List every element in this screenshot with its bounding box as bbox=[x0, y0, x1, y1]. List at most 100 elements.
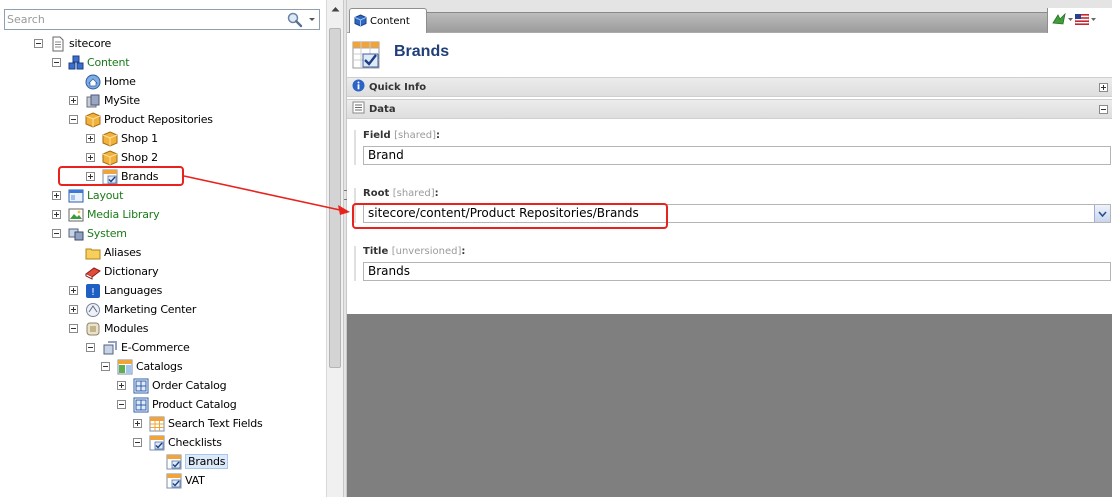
expand-icon[interactable] bbox=[117, 381, 126, 390]
search-input[interactable] bbox=[7, 12, 267, 27]
tree-item[interactable]: Media Library bbox=[52, 205, 160, 224]
content-tab-icon bbox=[354, 13, 367, 30]
tree-item-label: Dictionary bbox=[104, 265, 159, 278]
chevron-down-icon[interactable] bbox=[1090, 13, 1097, 28]
field-field: Field [shared]: Brand bbox=[354, 130, 1112, 165]
tree-item-label: Modules bbox=[104, 322, 149, 335]
expand-icon[interactable] bbox=[69, 286, 78, 295]
publish-icon[interactable] bbox=[1052, 12, 1066, 28]
search-icon[interactable] bbox=[286, 11, 304, 28]
tree-item[interactable]: Aliases bbox=[69, 243, 141, 262]
tree-item[interactable]: Order Catalog bbox=[117, 376, 227, 395]
section-data[interactable]: Data bbox=[347, 99, 1112, 119]
item-title: Brands bbox=[394, 43, 450, 60]
checklist-icon bbox=[166, 473, 182, 489]
field-field-input[interactable]: Brand bbox=[363, 146, 1111, 165]
annotation-tree-highlight bbox=[58, 166, 184, 186]
collapse-icon[interactable] bbox=[101, 362, 110, 371]
tree-item[interactable]: System bbox=[52, 224, 127, 243]
tree-item-label: Media Library bbox=[87, 208, 160, 221]
module-icon bbox=[85, 321, 101, 337]
tree-item-label: Shop 2 bbox=[121, 151, 158, 164]
tree-item[interactable]: VAT bbox=[150, 471, 205, 490]
tree-item[interactable]: Product Repositories bbox=[69, 110, 213, 129]
tree-item-label: Checklists bbox=[168, 436, 222, 449]
scroll-thumb[interactable] bbox=[329, 28, 341, 368]
catalog-icon bbox=[117, 359, 133, 375]
tree-item[interactable]: ! Languages bbox=[69, 281, 162, 300]
tree-item-label: E-Commerce bbox=[121, 341, 190, 354]
tree-item-label: MySite bbox=[104, 94, 140, 107]
root-meta: [shared] bbox=[392, 188, 435, 199]
tree-scrollbar[interactable] bbox=[326, 0, 343, 497]
root-colon: : bbox=[434, 188, 439, 199]
tree-item[interactable]: sitecore bbox=[34, 34, 111, 53]
expand-icon[interactable] bbox=[86, 134, 95, 143]
chevron-down-icon[interactable] bbox=[306, 11, 318, 28]
tree-item-label: Content bbox=[87, 56, 130, 69]
expand-icon[interactable] bbox=[69, 96, 78, 105]
expand-icon[interactable] bbox=[69, 305, 78, 314]
tree-item[interactable]: Modules bbox=[69, 319, 149, 338]
expand-icon[interactable] bbox=[133, 419, 142, 428]
collapse-icon[interactable] bbox=[52, 229, 61, 238]
checklist-icon bbox=[149, 435, 165, 451]
tree-item[interactable]: Dictionary bbox=[69, 262, 159, 281]
field-title-input[interactable]: Brands bbox=[363, 262, 1111, 281]
collapse-icon[interactable] bbox=[117, 400, 126, 409]
expand-icon[interactable] bbox=[1099, 83, 1108, 92]
tree-item[interactable]: Checklists bbox=[133, 433, 222, 452]
media-icon bbox=[68, 207, 84, 223]
layout-icon bbox=[68, 188, 84, 204]
tree-item[interactable]: Marketing Center bbox=[69, 300, 196, 319]
info-icon bbox=[352, 79, 365, 95]
tree-item[interactable]: E-Commerce bbox=[86, 338, 190, 357]
collapse-icon[interactable] bbox=[86, 343, 95, 352]
scroll-up-icon[interactable] bbox=[327, 0, 343, 17]
item-editor: Brands Quick Info Data Field [shared]: B… bbox=[347, 33, 1112, 314]
tree-item[interactable]: Content bbox=[52, 53, 130, 72]
tree-item[interactable]: Brands bbox=[150, 452, 229, 471]
collapse-icon[interactable] bbox=[69, 324, 78, 333]
tree-item[interactable]: Shop 2 bbox=[86, 148, 158, 167]
tree-item-label: VAT bbox=[185, 474, 205, 487]
tree-item[interactable]: Product Catalog bbox=[117, 395, 237, 414]
tree-item-label: sitecore bbox=[69, 37, 112, 50]
collapse-icon[interactable] bbox=[69, 115, 78, 124]
marketing-icon bbox=[85, 302, 101, 318]
expand-icon[interactable] bbox=[86, 153, 95, 162]
tree-item[interactable]: MySite bbox=[69, 91, 140, 110]
section-quick-info[interactable]: Quick Info bbox=[347, 77, 1112, 97]
tab-tools bbox=[1047, 8, 1112, 33]
tree-item[interactable]: Catalogs bbox=[101, 357, 183, 376]
collapse-icon[interactable] bbox=[52, 58, 61, 67]
tree-item[interactable]: Layout bbox=[52, 186, 123, 205]
section-quick-info-label: Quick Info bbox=[369, 81, 427, 93]
language-flag-icon[interactable] bbox=[1074, 13, 1090, 28]
tree-item-label: Marketing Center bbox=[104, 303, 197, 316]
editor-pane: Content Brands Quick Info Data Field [sh… bbox=[347, 0, 1112, 497]
expand-icon[interactable] bbox=[52, 210, 61, 219]
site-icon bbox=[85, 93, 101, 109]
field-title: Title [unversioned]: Brands bbox=[354, 246, 1112, 281]
tree-item-label: Layout bbox=[87, 189, 124, 202]
box-icon bbox=[85, 111, 101, 128]
tree-item[interactable]: Shop 1 bbox=[86, 129, 158, 148]
tab-content[interactable]: Content bbox=[349, 8, 427, 34]
chevron-down-icon[interactable] bbox=[1094, 205, 1110, 222]
search-box[interactable] bbox=[4, 9, 320, 30]
tree-item[interactable]: Search Text Fields bbox=[133, 414, 263, 433]
collapse-icon[interactable] bbox=[133, 438, 142, 447]
system-icon bbox=[68, 226, 84, 242]
tree-item-label: Aliases bbox=[104, 246, 142, 259]
chevron-down-icon[interactable] bbox=[1067, 13, 1074, 28]
expand-icon[interactable] bbox=[52, 191, 61, 200]
grid-icon bbox=[133, 378, 149, 394]
collapse-icon[interactable] bbox=[1099, 105, 1108, 114]
collapse-icon[interactable] bbox=[34, 39, 43, 48]
tree-item[interactable]: Home bbox=[69, 72, 136, 91]
